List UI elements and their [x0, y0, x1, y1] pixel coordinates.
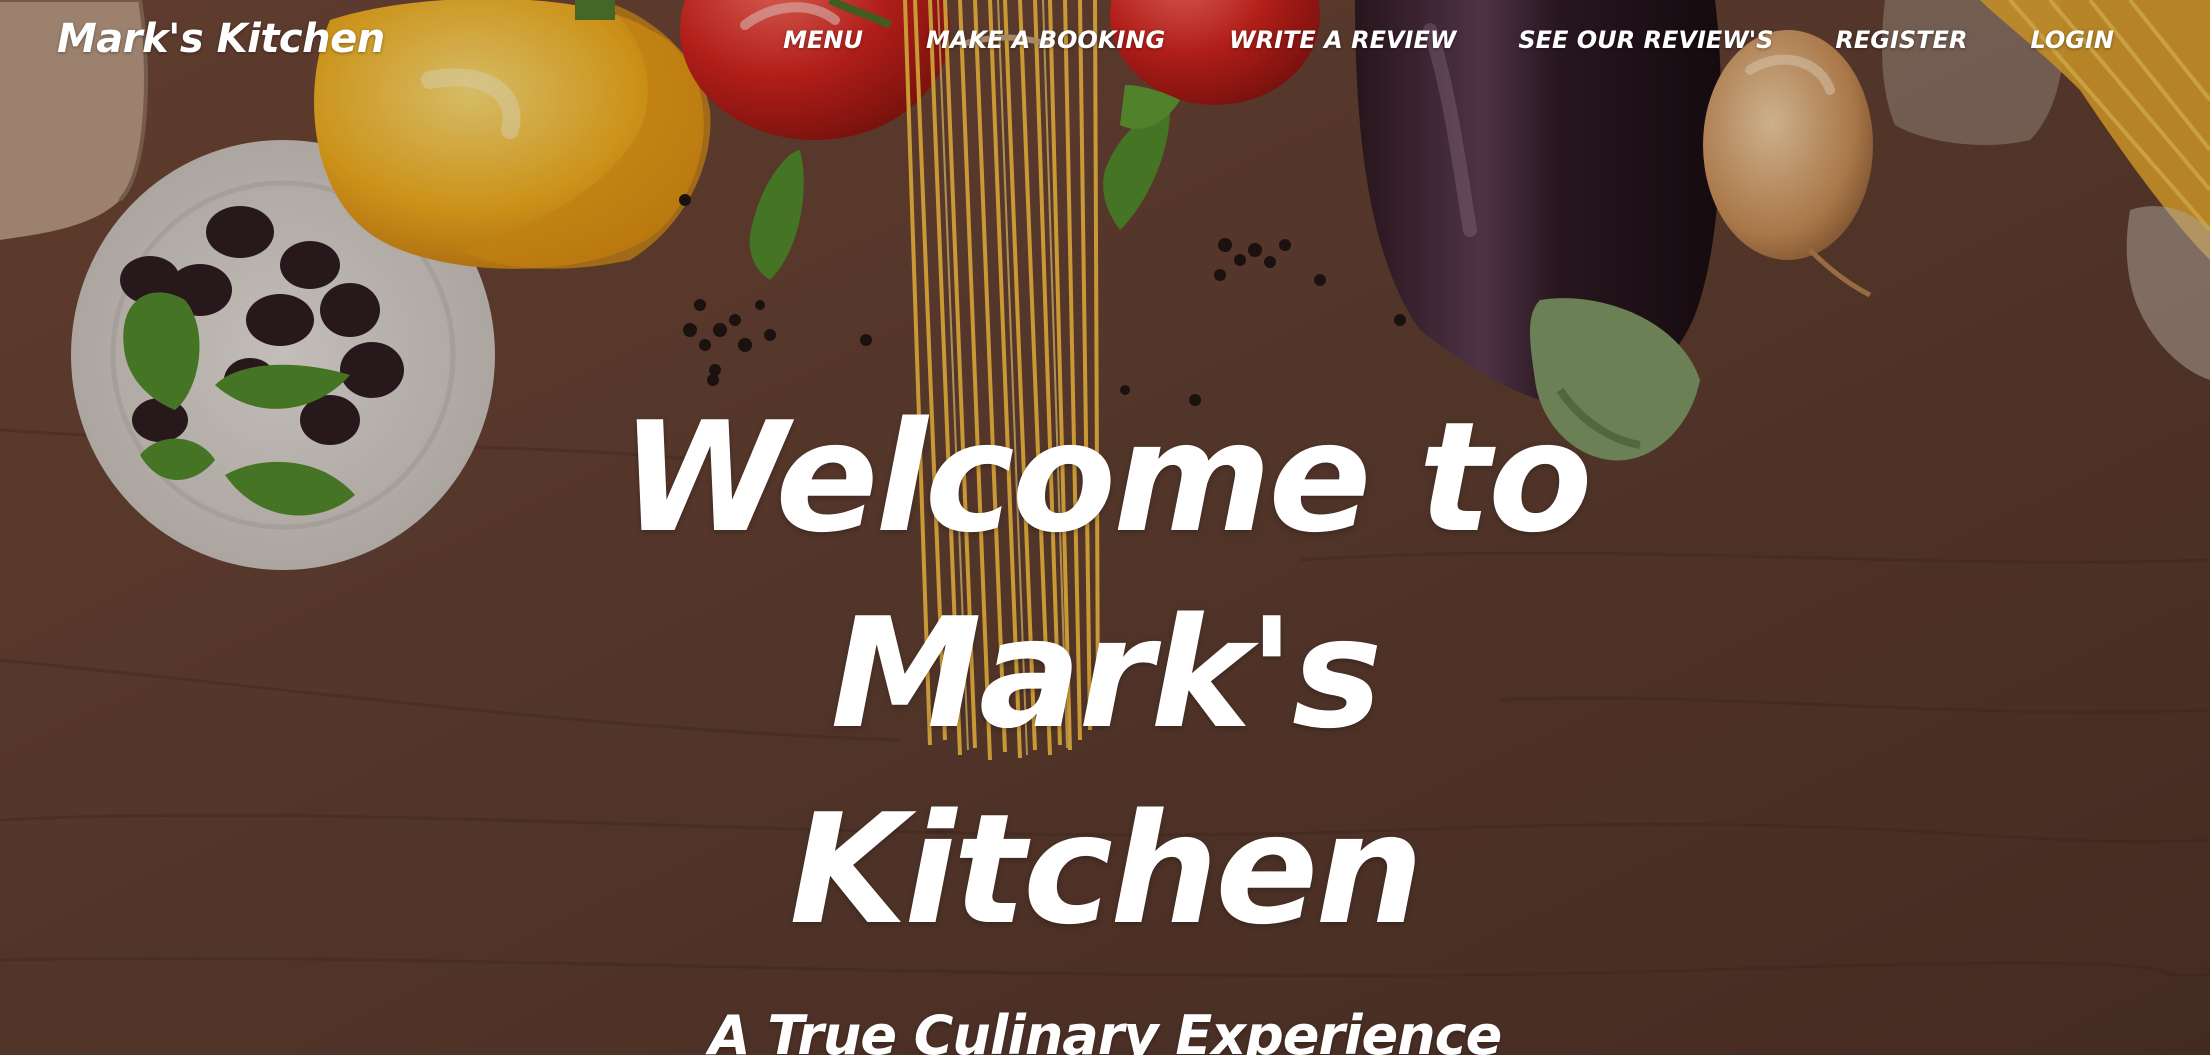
- nav-link-make-a-booking[interactable]: MAKE A BOOKING: [926, 26, 1165, 54]
- nav-link-see-our-reviews[interactable]: SEE OUR REVIEW'S: [1518, 26, 1773, 54]
- hero-subtitle: A True Culinary Experience: [708, 1004, 1502, 1055]
- brand-logo-link[interactable]: Mark's Kitchen: [57, 16, 385, 62]
- hero-title-line-2: Mark's Kitchen: [789, 585, 1423, 958]
- page: Mark's Kitchen MENU MAKE A BOOKING WRITE…: [0, 0, 2210, 1055]
- top-navbar: Mark's Kitchen MENU MAKE A BOOKING WRITE…: [0, 0, 2210, 86]
- hero-title-line-1: Welcome to: [620, 389, 1592, 566]
- nav-links: MENU MAKE A BOOKING WRITE A REVIEW SEE O…: [783, 26, 2114, 54]
- nav-link-login[interactable]: LOGIN: [2030, 26, 2114, 54]
- hero-section: Welcome to Mark's Kitchen A True Culinar…: [0, 380, 2210, 1055]
- hero-title: Welcome to Mark's Kitchen: [505, 380, 1705, 968]
- nav-link-menu[interactable]: MENU: [783, 26, 863, 54]
- nav-link-register[interactable]: REGISTER: [1835, 26, 1967, 54]
- nav-link-write-a-review[interactable]: WRITE A REVIEW: [1229, 26, 1456, 54]
